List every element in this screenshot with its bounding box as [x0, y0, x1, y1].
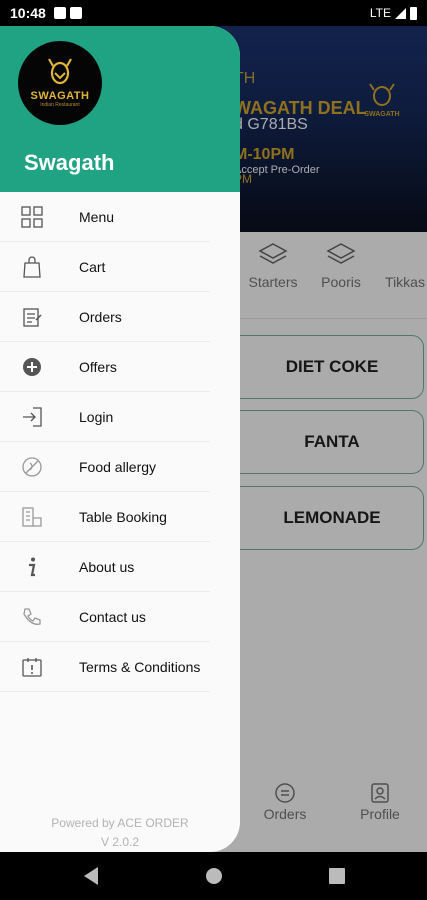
menu-item-food-allergy[interactable]: Food allergy [0, 442, 210, 492]
clipboard-icon [23, 307, 42, 327]
plus-circle-icon [23, 357, 41, 376]
status-time: 10:48 [10, 5, 46, 21]
menu-item-label: About us [79, 558, 135, 575]
system-nav-bar [0, 852, 427, 900]
menu-item-contact-us[interactable]: Contact us [0, 592, 210, 642]
menu-item-label: Offers [79, 358, 117, 375]
allergy-icon [22, 456, 42, 477]
menu-item-label: Cart [79, 258, 106, 275]
menu-item-login[interactable]: Login [0, 392, 210, 442]
notification-icon [53, 7, 66, 19]
menu-item-cart[interactable]: Cart [0, 242, 210, 292]
logo-subtext: Indian Restaurant [40, 102, 80, 108]
phone-icon [23, 607, 41, 625]
menu-item-label: Food allergy [79, 458, 157, 475]
menu-item-orders[interactable]: Orders [0, 292, 210, 342]
drawer-header: SWAGATH Indian Restaurant Swagath [0, 26, 240, 192]
battery-icon [410, 6, 417, 20]
menu-item-label: Table Booking [79, 508, 167, 525]
menu-item-offers[interactable]: Offers [0, 342, 210, 392]
menu-item-label: Menu [79, 208, 115, 225]
login-icon [23, 406, 42, 427]
recents-icon[interactable] [328, 866, 346, 886]
status-bar: 10:48 LTE [0, 0, 427, 26]
logo-text: SWAGATH [30, 90, 90, 102]
signal-icon [395, 7, 406, 19]
drawer-menu: Menu Cart Orders Offers Login Food aller… [0, 192, 240, 692]
grid-icon [21, 205, 43, 228]
menu-item-label: Terms & Conditions [79, 658, 201, 675]
bag-icon [23, 255, 41, 278]
network-type: LTE [369, 6, 391, 20]
home-icon[interactable] [205, 866, 223, 886]
building-icon [22, 506, 42, 527]
powered-by-text: Powered by ACE ORDER [51, 816, 189, 830]
lion-logo-icon [48, 58, 72, 85]
menu-item-label: Login [79, 408, 114, 425]
drawer-footer: Powered by ACE ORDER V 2.0.2 [0, 814, 240, 852]
menu-item-about-us[interactable]: About us [0, 542, 210, 592]
info-icon [29, 557, 36, 576]
restaurant-logo: SWAGATH Indian Restaurant [18, 41, 102, 125]
menu-item-terms[interactable]: Terms & Conditions [0, 642, 210, 692]
navigation-drawer: SWAGATH Indian Restaurant Swagath Menu C… [0, 26, 240, 852]
back-icon[interactable] [82, 866, 100, 886]
menu-item-table-booking[interactable]: Table Booking [0, 492, 210, 542]
sim-icon [69, 7, 82, 19]
menu-item-label: Orders [79, 308, 122, 325]
menu-item-label: Contact us [79, 608, 146, 625]
drawer-title: Swagath [24, 150, 115, 175]
menu-item-menu[interactable]: Menu [0, 192, 210, 242]
version-text: V 2.0.2 [100, 835, 140, 849]
calendar-icon [22, 657, 42, 677]
